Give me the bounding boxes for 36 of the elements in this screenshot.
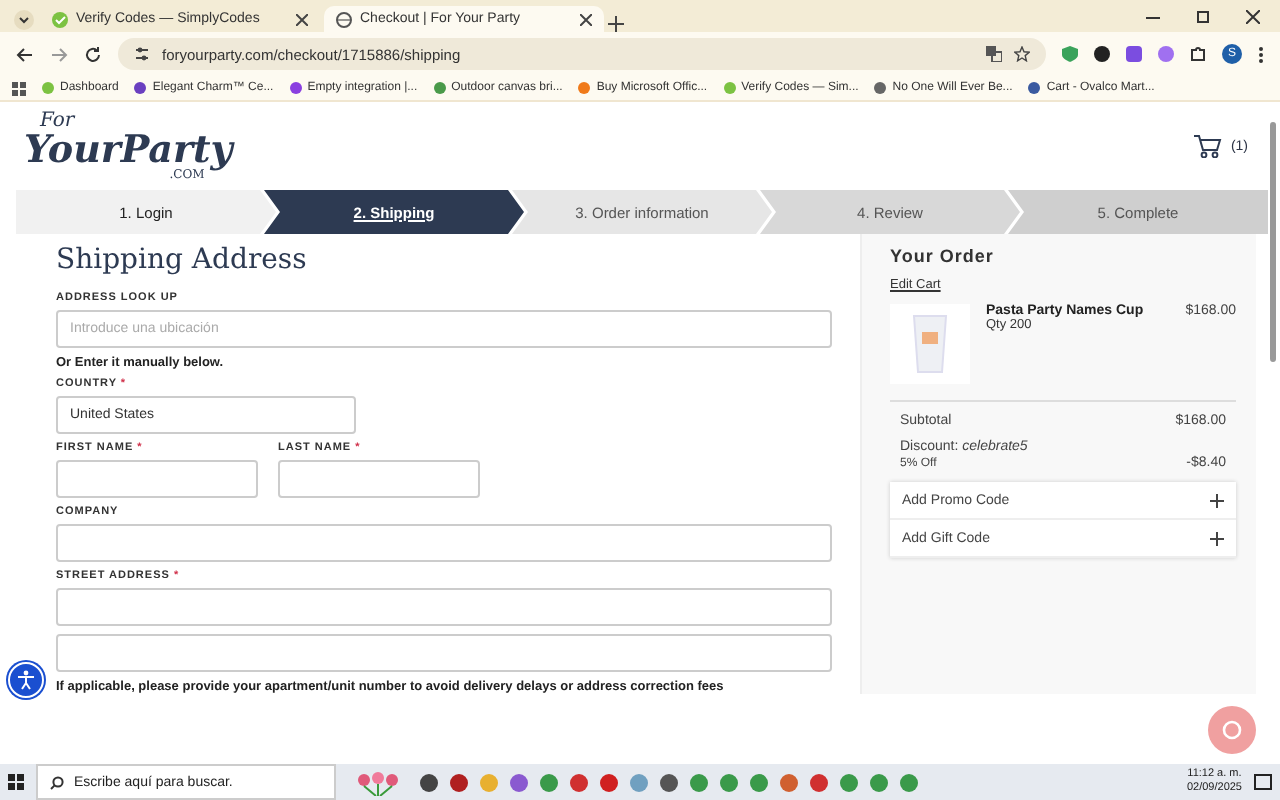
cup-photo bbox=[890, 304, 970, 384]
input-field[interactable] bbox=[56, 588, 832, 626]
plus-icon bbox=[1210, 493, 1224, 507]
checkmark-badge-icon bbox=[52, 11, 68, 27]
close-icon[interactable] bbox=[1246, 9, 1260, 23]
input-field[interactable] bbox=[56, 524, 832, 562]
puzzle-icon[interactable] bbox=[1190, 46, 1206, 62]
scrollbar[interactable] bbox=[1270, 122, 1276, 362]
notifications-icon[interactable] bbox=[1254, 773, 1272, 791]
new-tab-icon[interactable] bbox=[608, 16, 624, 32]
restore-icon[interactable] bbox=[1196, 9, 1210, 23]
back-arrow-icon[interactable] bbox=[16, 45, 34, 63]
cart-icon[interactable] bbox=[1194, 134, 1223, 158]
reload-icon[interactable] bbox=[84, 45, 102, 63]
close-icon[interactable] bbox=[296, 13, 308, 25]
menu-icon[interactable] bbox=[1258, 45, 1264, 63]
site-settings-icon bbox=[134, 46, 150, 62]
forward-arrow-icon[interactable] bbox=[50, 45, 68, 63]
translate-icon[interactable] bbox=[986, 46, 1002, 62]
input-field[interactable] bbox=[56, 460, 258, 498]
section-title: Shipping Address bbox=[56, 244, 309, 276]
order-title: Your Order bbox=[890, 246, 996, 266]
plus-icon bbox=[1210, 531, 1224, 545]
search-icon bbox=[50, 775, 64, 789]
input-field[interactable] bbox=[56, 634, 832, 672]
star-icon[interactable] bbox=[1014, 46, 1030, 62]
tab-list-icon[interactable] bbox=[12, 8, 36, 32]
globe-icon bbox=[336, 11, 352, 27]
chat-icon bbox=[1222, 720, 1242, 740]
apps-grid-icon[interactable] bbox=[12, 81, 26, 95]
accessibility-button[interactable] bbox=[8, 662, 44, 698]
close-icon[interactable] bbox=[580, 13, 592, 25]
input-field[interactable] bbox=[278, 460, 480, 498]
accessibility-icon bbox=[16, 670, 36, 690]
shield-icon[interactable] bbox=[1062, 46, 1078, 62]
windows-logo-icon[interactable] bbox=[8, 774, 24, 790]
